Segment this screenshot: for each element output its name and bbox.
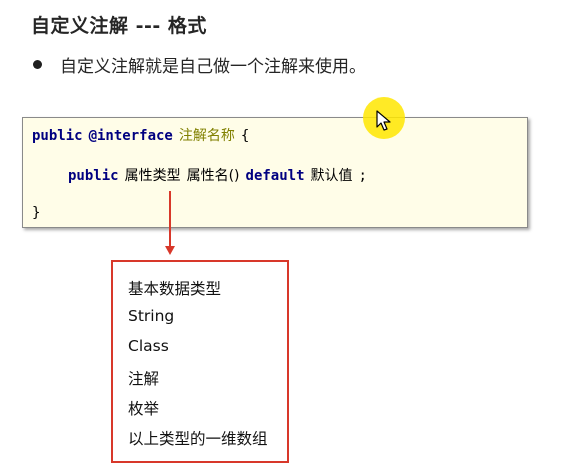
code-semicolon: ; (358, 168, 367, 184)
code-attribute-name: 属性名() (186, 168, 240, 184)
type-item-primitive: 基本数据类型 (128, 280, 222, 298)
bullet-text: 自定义注解就是自己做一个注解来使用。 (60, 57, 366, 77)
code-keyword-default: default (245, 168, 305, 184)
code-line-declaration: public @interface 注解名称 { (32, 125, 249, 145)
bullet-dot-icon (33, 60, 42, 69)
arrow-down-icon (165, 246, 175, 255)
code-keyword-public-attr: public (68, 168, 119, 184)
code-line-close: } (32, 205, 40, 221)
code-annotation-name: 注解名称 (178, 128, 235, 144)
code-line-attribute: public 属性类型 属性名() default 默认值; (68, 165, 367, 185)
code-keyword-public: public (32, 128, 83, 144)
type-item-annotation: 注解 (128, 370, 160, 388)
code-default-value: 默认值 (310, 168, 353, 184)
slide-title: 自定义注解 --- 格式 (31, 15, 207, 37)
code-keyword-interface: @interface (88, 128, 173, 144)
type-item-string: String (128, 307, 175, 325)
type-item-enum: 枚举 (128, 400, 160, 418)
type-item-class: Class (128, 337, 169, 355)
arrow-line (169, 191, 171, 248)
bullet-point: 自定义注解就是自己做一个注解来使用。 (33, 52, 366, 77)
type-item-array: 以上类型的一维数组 (128, 430, 268, 448)
code-open-brace: { (240, 128, 250, 144)
mouse-pointer-icon (376, 110, 391, 131)
attribute-types-box: 基本数据类型 String Class 注解 枚举 以上类型的一维数组 (111, 260, 289, 463)
code-block: public @interface 注解名称 { public 属性类型 属性名() def… (22, 117, 528, 228)
code-attribute-type: 属性类型 (124, 168, 181, 184)
code-close-brace: } (32, 205, 41, 221)
